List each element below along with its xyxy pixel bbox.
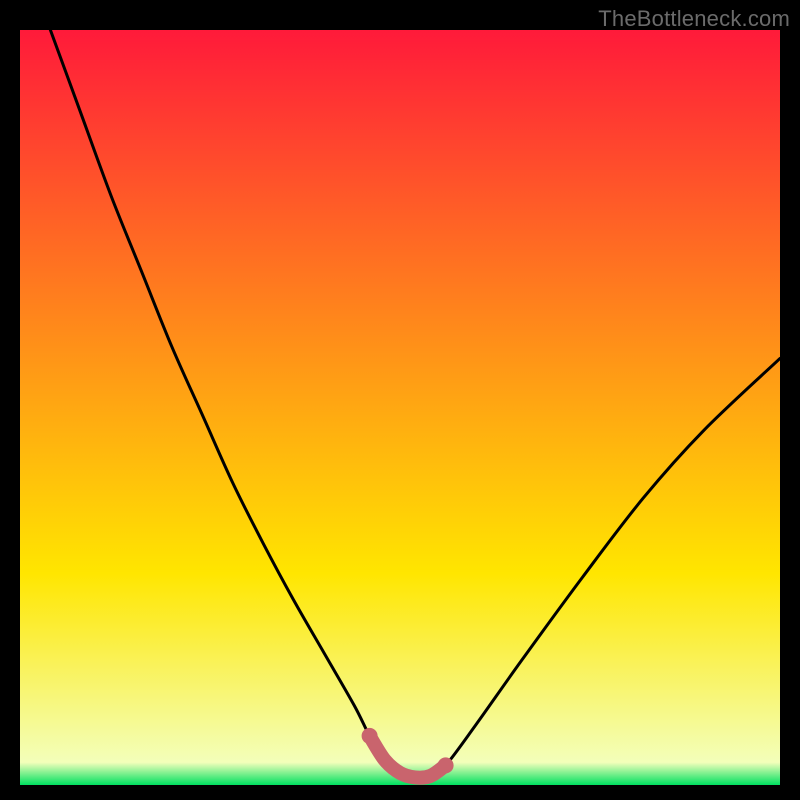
watermark-label: TheBottleneck.com: [598, 6, 790, 32]
gradient-plot-area: [20, 30, 780, 785]
highlight-dot: [438, 757, 454, 773]
chart-svg: [0, 0, 800, 800]
highlight-dot: [362, 728, 378, 744]
chart-stage: TheBottleneck.com: [0, 0, 800, 800]
